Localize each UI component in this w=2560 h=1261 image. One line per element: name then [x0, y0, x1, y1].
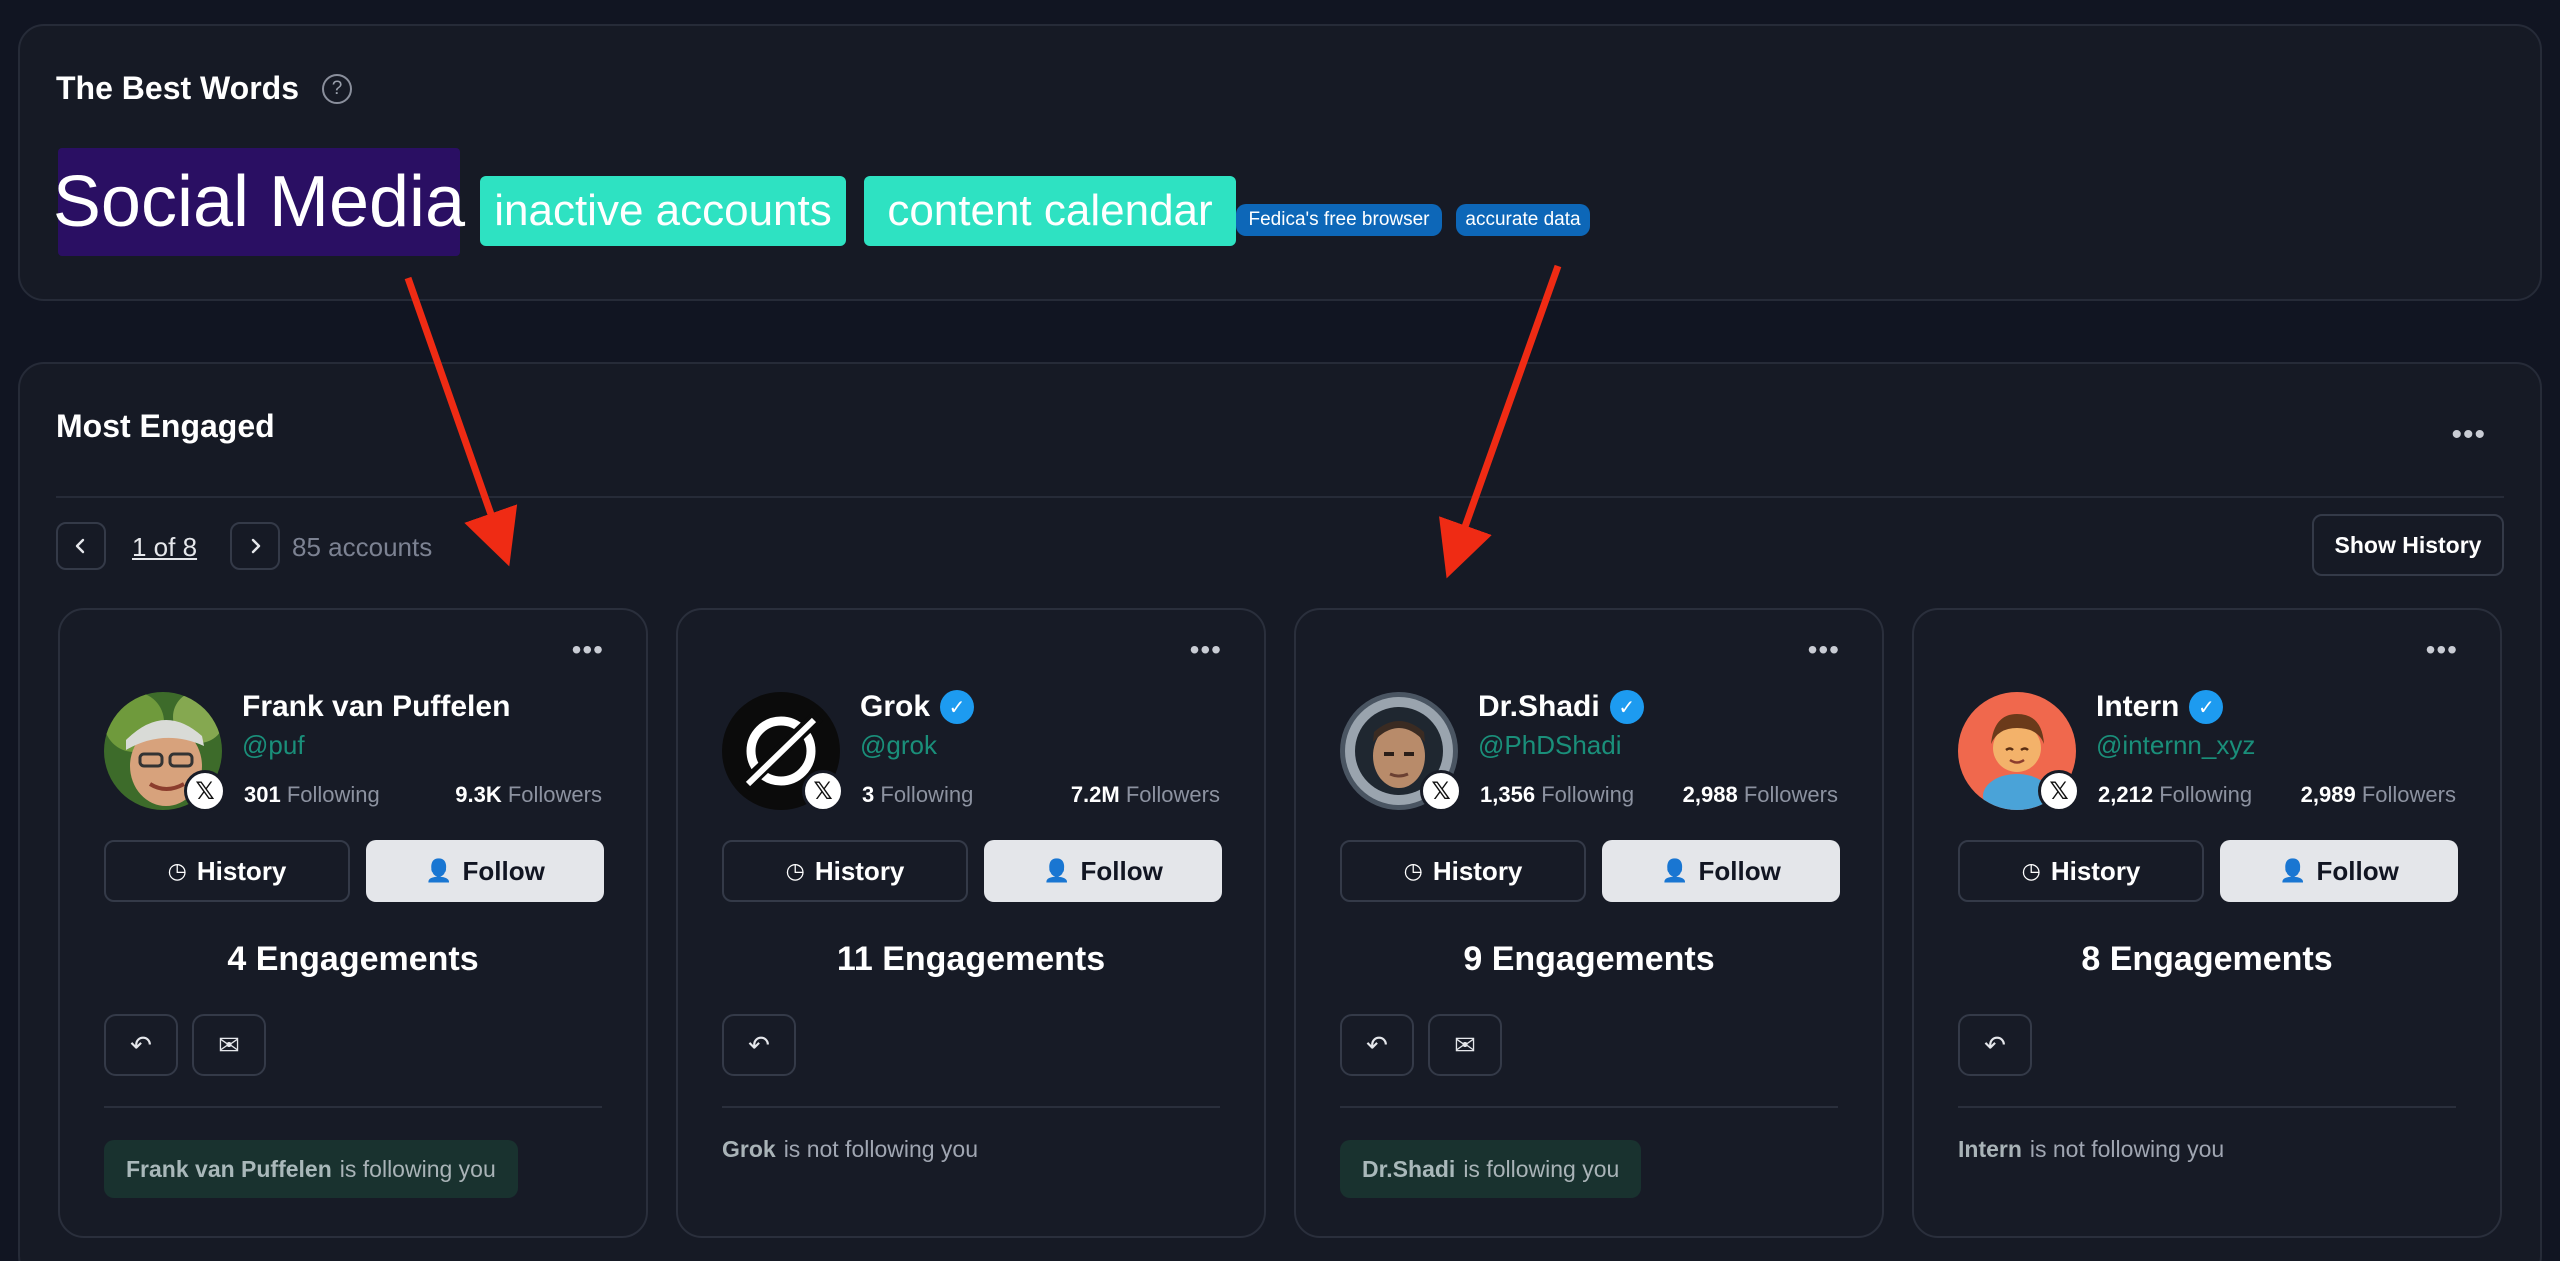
account-name[interactable]: Intern [2096, 690, 2179, 724]
engagements-count: 8 Engagements [2081, 940, 2333, 978]
clock-icon: ◷ [2021, 858, 2041, 883]
following-stat: 1,356 Following [1480, 782, 1635, 807]
word-chip-content-calendar[interactable]: content calendar [864, 176, 1236, 246]
page: The Best Words ? Social Media inactive a… [0, 0, 2560, 1261]
reply-icon[interactable]: ↶ [1340, 1014, 1414, 1076]
engagements-count: 11 Engagements [836, 940, 1106, 978]
account-card: ••• 𝕏 Frank van Puffelen @puf 301 Follow… [58, 608, 648, 1238]
follow-button[interactable]: 👤 Follow [366, 840, 604, 902]
follow-button[interactable]: 👤 Follow [2220, 840, 2458, 902]
accounts-count: 85 accounts [292, 532, 433, 562]
best-words-title: The Best Words [56, 70, 299, 106]
mail-icon[interactable]: ✉ [192, 1014, 266, 1076]
account-name[interactable]: Dr.Shadi [1478, 690, 1600, 724]
mail-icon[interactable]: ✉ [1428, 1014, 1502, 1076]
ellipsis-icon[interactable]: ••• [1190, 634, 1222, 666]
divider [722, 1106, 1220, 1108]
user-plus-icon: 👤 [2279, 858, 2307, 883]
following-stat: 301 Following [244, 782, 380, 807]
x-logo-icon: 𝕏 [184, 770, 226, 812]
account-name[interactable]: Frank van Puffelen [242, 690, 510, 724]
ellipsis-icon[interactable]: ••• [1808, 634, 1840, 666]
most-engaged-panel: Most Engaged ••• 1 of 8 85 accounts Show… [18, 362, 2542, 1261]
verified-badge-icon: ✓ [940, 690, 975, 724]
followers-stat: 2,989 Followers [2300, 782, 2456, 807]
x-logo-icon: 𝕏 [1420, 770, 1462, 812]
follow-button[interactable]: 👤 Follow [984, 840, 1222, 902]
follow-button[interactable]: 👤 Follow [1602, 840, 1840, 902]
x-logo-icon: 𝕏 [2038, 770, 2080, 812]
chevron-right-icon[interactable] [230, 522, 280, 570]
clock-icon: ◷ [167, 858, 187, 883]
user-plus-icon: 👤 [425, 858, 453, 883]
followers-stat: 7.2M Followers [1070, 782, 1220, 807]
reply-icon[interactable]: ↶ [1958, 1014, 2032, 1076]
most-engaged-title: Most Engaged [56, 408, 275, 444]
history-button[interactable]: ◷ History [1958, 840, 2204, 902]
divider [1958, 1106, 2456, 1108]
user-plus-icon: 👤 [1661, 858, 1689, 883]
following-status-badge: Dr.Shadi is following you [1340, 1140, 1642, 1198]
clock-icon: ◷ [785, 858, 805, 883]
chevron-left-icon[interactable] [56, 522, 106, 570]
engagements-count: 4 Engagements [227, 940, 479, 978]
following-status-badge: Frank van Puffelen is following you [104, 1140, 518, 1198]
account-card: ••• 𝕏 Dr.Shadi ✓ @PhDShadi 1,356 Followi… [1294, 608, 1884, 1238]
clock-icon: ◷ [1403, 858, 1423, 883]
account-handle[interactable]: @PhDShadi [1478, 730, 1621, 761]
ellipsis-icon[interactable]: ••• [2451, 420, 2486, 450]
divider [104, 1106, 602, 1108]
divider [56, 496, 2504, 498]
word-chip-accurate-data[interactable]: accurate data [1456, 204, 1590, 236]
account-card: ••• 𝕏 Intern ✓ @internn_xyz 2,212 Follow… [1912, 608, 2502, 1238]
following-status: Grok is not following you [722, 1136, 979, 1162]
history-button[interactable]: ◷ History [104, 840, 350, 902]
word-chip-fedicas-free-browser[interactable]: Fedica's free browser [1236, 204, 1442, 236]
following-stat: 3 Following [862, 782, 974, 807]
word-chip-inactive-accounts[interactable]: inactive accounts [480, 176, 846, 246]
engagements-count: 9 Engagements [1463, 940, 1715, 978]
show-history-button[interactable]: Show History [2312, 514, 2504, 576]
account-name[interactable]: Grok [860, 690, 930, 724]
account-handle[interactable]: @grok [860, 730, 937, 761]
ellipsis-icon[interactable]: ••• [2426, 634, 2458, 666]
reply-icon[interactable]: ↶ [722, 1014, 796, 1076]
verified-badge-icon: ✓ [1609, 690, 1644, 724]
account-handle[interactable]: @internn_xyz [2096, 730, 2255, 761]
question-circle-icon[interactable]: ? [322, 74, 352, 104]
verified-badge-icon: ✓ [2189, 690, 2224, 724]
pager-label[interactable]: 1 of 8 [132, 532, 197, 563]
best-words-panel: The Best Words ? Social Media inactive a… [18, 24, 2542, 301]
followers-stat: 2,988 Followers [1682, 782, 1838, 807]
ellipsis-icon[interactable]: ••• [572, 634, 604, 666]
account-handle[interactable]: @puf [242, 730, 305, 761]
user-plus-icon: 👤 [1043, 858, 1071, 883]
divider [1340, 1106, 1838, 1108]
reply-icon[interactable]: ↶ [104, 1014, 178, 1076]
following-stat: 2,212 Following [2098, 782, 2253, 807]
history-button[interactable]: ◷ History [722, 840, 968, 902]
word-chip-social-media[interactable]: Social Media [53, 148, 465, 256]
x-logo-icon: 𝕏 [802, 770, 844, 812]
history-button[interactable]: ◷ History [1340, 840, 1586, 902]
account-card: ••• 𝕏 Grok ✓ @grok 3 Following 7.2M Foll… [676, 608, 1266, 1238]
following-status: Intern is not following you [1958, 1136, 2225, 1162]
followers-stat: 9.3K Followers [455, 782, 602, 807]
